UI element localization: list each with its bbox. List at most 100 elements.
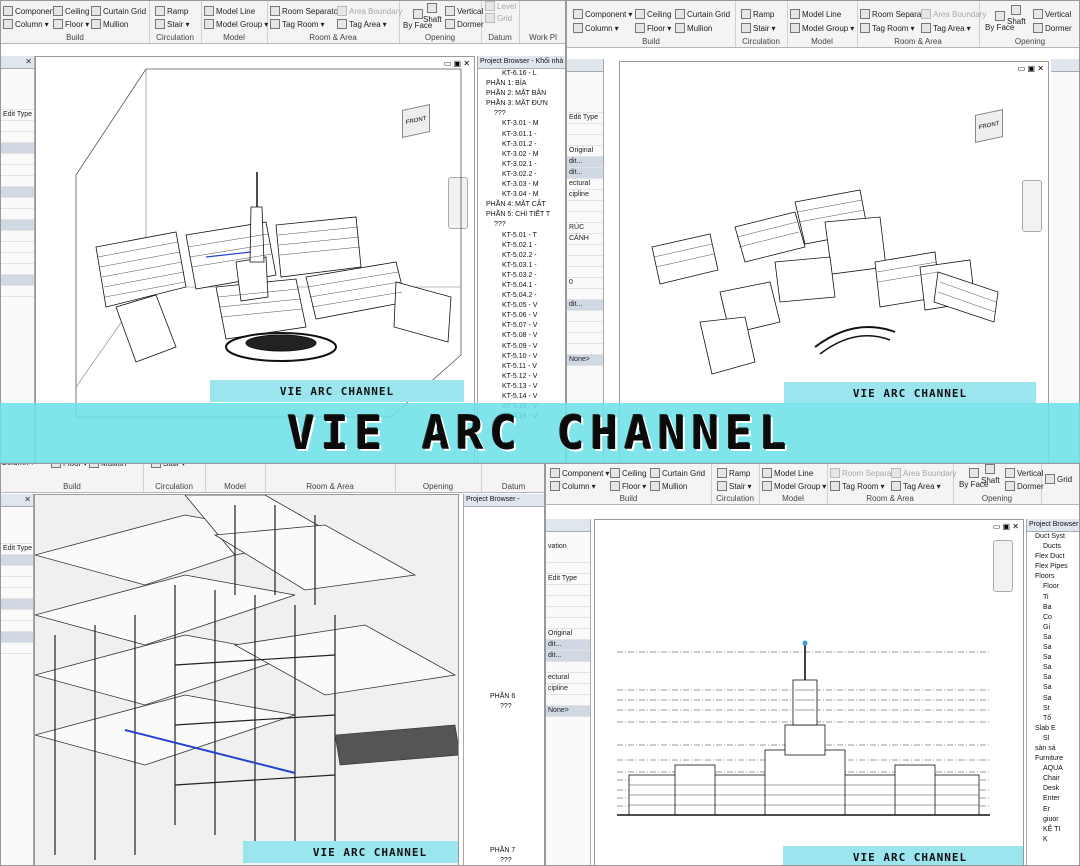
list-item[interactable]: Ti <box>1033 593 1079 603</box>
curtain-grid-button[interactable]: Curtain Grid <box>675 9 730 19</box>
list-item[interactable]: Sa <box>1033 653 1079 663</box>
dormer-button[interactable]: Dormer <box>1033 23 1072 33</box>
curtain-grid-button[interactable]: Curtain Grid <box>91 6 146 16</box>
model-line-button[interactable]: Model Line <box>762 468 813 478</box>
floor-button[interactable]: Floor ▾ <box>610 481 646 491</box>
mullion-button[interactable]: Mullion <box>650 481 687 491</box>
property-row[interactable] <box>1 632 33 643</box>
stair-button[interactable]: Stair ▾ <box>741 23 775 33</box>
list-item[interactable]: ??? <box>490 856 515 865</box>
tag-area-button[interactable]: Tag Area ▾ <box>891 481 941 491</box>
list-item[interactable]: Sl <box>1033 734 1079 744</box>
list-item[interactable]: KT-5.03.2 - <box>482 271 565 281</box>
property-row[interactable]: dit... <box>546 640 590 651</box>
type-selector[interactable] <box>1 69 34 110</box>
list-item[interactable]: ??? <box>482 220 565 230</box>
vertical-button[interactable]: Vertical <box>1033 9 1071 19</box>
list-item[interactable]: KT-5.14 - V <box>482 392 565 402</box>
shaft-button[interactable]: Shaft <box>1007 5 1026 26</box>
dormer-button[interactable]: Dormer <box>1005 481 1044 491</box>
list-item[interactable]: Flex Pipes <box>1033 562 1079 572</box>
list-item[interactable]: Enter <box>1033 794 1079 804</box>
ceiling-button[interactable]: Ceiling <box>53 6 89 16</box>
list-item[interactable]: KT-5.13 - V <box>482 382 565 392</box>
close-icon[interactable]: ✕ <box>25 56 32 68</box>
list-item[interactable]: KT-3.02.2 - <box>482 170 565 180</box>
list-item[interactable]: KT-5.04.2 - <box>482 291 565 301</box>
property-row[interactable]: dit... <box>546 651 590 662</box>
shaft-button[interactable]: Shaft <box>981 464 1000 485</box>
level-button[interactable]: Level <box>485 1 516 11</box>
elevation-view-bottom-right[interactable]: ▭ ▣ ✕ VIE ARC CHANNEL <box>594 519 1024 865</box>
list-item[interactable]: Ba <box>1033 603 1079 613</box>
ramp-button[interactable]: Ramp <box>741 9 774 19</box>
list-item[interactable]: Floors <box>1033 572 1079 582</box>
model-group-button[interactable]: Model Group ▾ <box>762 481 826 491</box>
property-row[interactable] <box>1 143 34 154</box>
mullion-button[interactable]: Mullion <box>89 464 126 468</box>
list-item[interactable]: sàn sá <box>1033 744 1079 754</box>
vertical-button[interactable]: Vertical <box>445 6 483 16</box>
property-row[interactable]: None> <box>567 355 603 366</box>
vertical-button[interactable]: Vertical <box>1005 468 1043 478</box>
tag-area-button[interactable]: Tag Area ▾ <box>921 23 971 33</box>
list-item[interactable]: PHẦN 4: MẶT CẮT <box>482 200 565 210</box>
list-item[interactable]: KT-6.16 - L <box>482 69 565 79</box>
ramp-button[interactable]: Ramp <box>717 468 750 478</box>
model-line-button[interactable]: Model Line <box>790 9 841 19</box>
property-row[interactable] <box>1 599 33 610</box>
list-item[interactable]: Er <box>1033 805 1079 815</box>
list-item[interactable]: Duct Syst <box>1033 532 1079 542</box>
floor-button[interactable]: Floor ▾ <box>51 464 87 468</box>
list-item[interactable]: KT-3.01.1 - <box>482 130 565 140</box>
tag-area-button[interactable]: Tag Area ▾ <box>337 19 387 29</box>
property-row[interactable]: dit... <box>567 168 603 179</box>
stair-button[interactable]: Stair ▾ <box>717 481 751 491</box>
list-item[interactable]: KT-5.03.1 - <box>482 261 565 271</box>
type-selector[interactable] <box>1 507 33 544</box>
list-item[interactable]: KT-5.01 - T <box>482 231 565 241</box>
type-selector[interactable]: vation <box>546 532 590 563</box>
mullion-button[interactable]: Mullion <box>91 19 128 29</box>
property-row[interactable]: dit... <box>567 300 603 311</box>
list-item[interactable]: KT-5.04.1 - <box>482 281 565 291</box>
list-item[interactable]: Ducts <box>1033 542 1079 552</box>
list-item[interactable]: AQUA <box>1033 764 1079 774</box>
3d-view-bottom-left[interactable]: VIE ARC CHANNEL <box>34 494 459 865</box>
list-item[interactable]: KỆ TI <box>1033 825 1079 835</box>
component-button[interactable]: Component ▾ <box>573 9 632 19</box>
list-item[interactable]: St <box>1033 704 1079 714</box>
list-item[interactable]: PHẦN 1: BÌA <box>482 79 565 89</box>
list-item[interactable]: PHẦN 2: MẶT BẰN <box>482 89 565 99</box>
list-item[interactable]: K <box>1033 835 1079 845</box>
list-item[interactable]: KT-5.08 - V <box>482 331 565 341</box>
edit-type-button[interactable]: Edit Type <box>1 544 33 555</box>
property-row[interactable]: dit... <box>567 157 603 168</box>
list-item[interactable]: ??? <box>490 702 515 712</box>
list-item[interactable]: PHẦN 3: MẶT ĐỨN <box>482 99 565 109</box>
list-item[interactable]: PHẦN 7 <box>490 846 515 856</box>
model-group-button[interactable]: Model Group ▾ <box>790 23 854 33</box>
edit-type-button[interactable]: Edit Type <box>546 574 590 585</box>
list-item[interactable]: Sa <box>1033 683 1079 693</box>
list-item[interactable]: Slab E <box>1033 724 1079 734</box>
list-item[interactable]: KT-5.07 - V <box>482 321 565 331</box>
list-item[interactable]: PHẦN 6 <box>490 692 515 702</box>
list-item[interactable]: KT-5.06 - V <box>482 311 565 321</box>
list-item[interactable]: KT-5.02.1 - <box>482 241 565 251</box>
model-group-button[interactable]: Model Group ▾ <box>204 19 268 29</box>
stair-button[interactable]: Stair ▾ <box>155 19 189 29</box>
list-item[interactable]: KT-5.05 - V <box>482 301 565 311</box>
edit-type-button[interactable]: Edit Type <box>567 113 603 124</box>
dormer-button[interactable]: Dormer <box>445 19 484 29</box>
property-row[interactable] <box>1 275 34 286</box>
close-icon[interactable]: ✕ <box>24 494 31 506</box>
list-item[interactable]: Sa <box>1033 694 1079 704</box>
ceiling-button[interactable]: Ceiling <box>610 468 646 478</box>
room-separator-button[interactable]: Room Separator <box>270 6 341 16</box>
list-item[interactable]: Desk <box>1033 784 1079 794</box>
type-selector[interactable] <box>567 72 603 113</box>
floor-button[interactable]: Floor ▾ <box>635 23 671 33</box>
list-item[interactable]: KT-3.01.2 - <box>482 140 565 150</box>
list-item[interactable]: Sa <box>1033 633 1079 643</box>
